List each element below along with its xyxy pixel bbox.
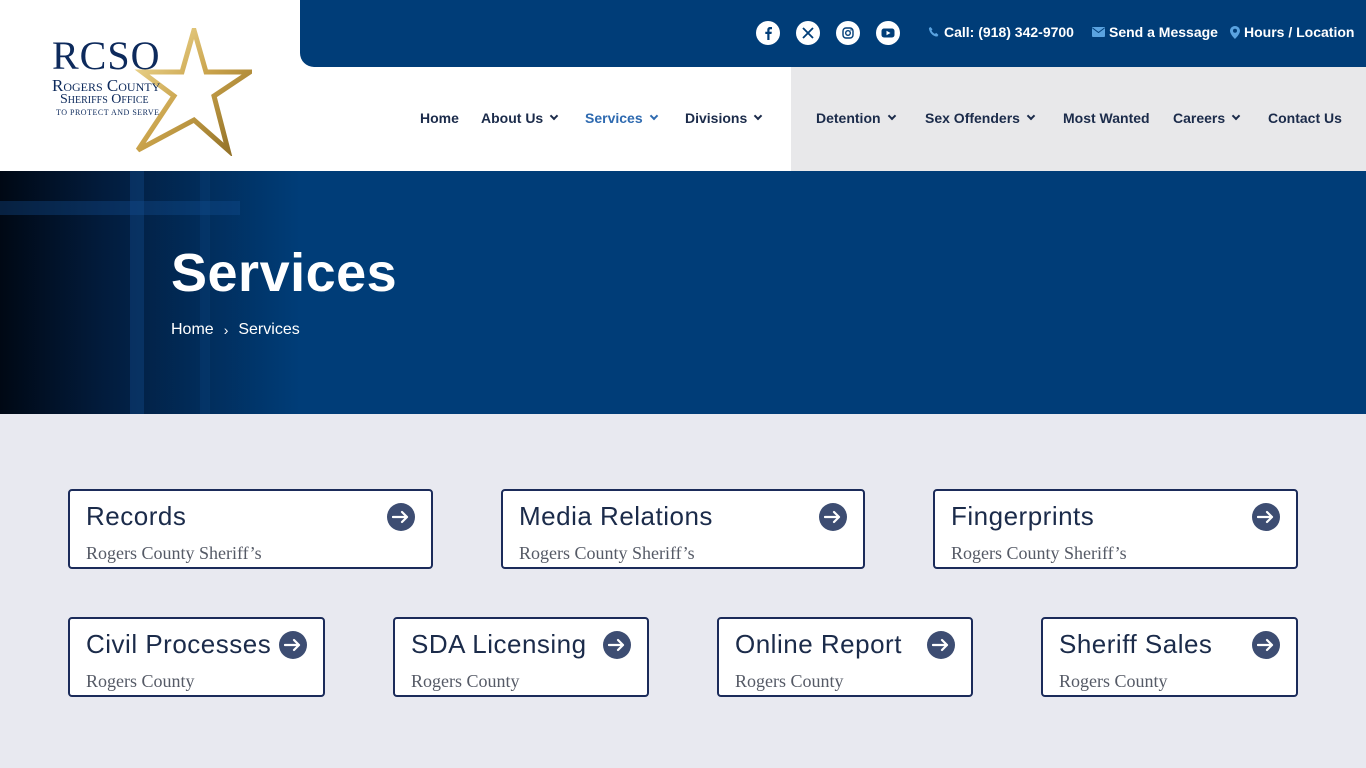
- nav-contact-label: Contact Us: [1268, 110, 1342, 126]
- service-card-fingerprints[interactable]: Fingerprints Rogers County Sheriff’s: [933, 489, 1298, 569]
- map-pin-icon: [1230, 25, 1240, 39]
- nav-careers[interactable]: Careers: [1173, 110, 1241, 126]
- breadcrumb-current: Services: [238, 321, 300, 338]
- page-hero: Services Home › Services: [0, 171, 1366, 414]
- nav-most-wanted[interactable]: Most Wanted: [1063, 110, 1150, 126]
- logo-acronym: RCSO: [52, 33, 161, 78]
- arrow-right-icon: [279, 631, 307, 659]
- service-card-civil-processes[interactable]: Civil Processes Rogers County: [68, 617, 325, 697]
- card-subtitle: Rogers County Sheriff’s: [951, 543, 1127, 563]
- rcso-logo[interactable]: RCSO Rogers County Sheriffs Office TO PR…: [46, 28, 252, 156]
- chevron-down-icon: [1231, 111, 1241, 121]
- nav-most-wanted-label: Most Wanted: [1063, 110, 1150, 126]
- chevron-down-icon: [649, 111, 658, 121]
- arrow-right-icon: [603, 631, 631, 659]
- chevron-down-icon: [754, 111, 763, 121]
- card-subtitle: Rogers County: [1059, 671, 1168, 691]
- nav-about-label: About Us: [481, 110, 544, 126]
- hero-decor-line: [130, 171, 144, 414]
- card-subtitle: Rogers County: [411, 671, 520, 691]
- breadcrumb-separator: ›: [223, 322, 229, 338]
- nav-services-label: Services: [585, 110, 643, 126]
- nav-detention-label: Detention: [816, 110, 881, 126]
- hours-location-text: Hours / Location: [1244, 24, 1355, 40]
- arrow-right-icon: [1252, 631, 1280, 659]
- breadcrumb-home[interactable]: Home: [171, 321, 214, 339]
- card-title: Fingerprints: [951, 501, 1095, 531]
- card-subtitle: Rogers County Sheriff’s: [86, 543, 262, 563]
- arrow-right-icon: [927, 631, 955, 659]
- service-card-sda-licensing[interactable]: SDA Licensing Rogers County: [393, 617, 649, 697]
- top-bar: Call: (918) 342-9700 Send a Message Hour…: [300, 0, 1366, 67]
- nav-sex-offenders[interactable]: Sex Offenders: [925, 110, 1036, 126]
- card-title: Civil Processes: [86, 629, 272, 659]
- site-header: RCSO Rogers County Sheriffs Office TO PR…: [0, 0, 1366, 171]
- page-title: Services: [171, 243, 398, 303]
- send-message-link[interactable]: Send a Message: [1092, 24, 1218, 40]
- nav-home[interactable]: Home: [420, 110, 459, 126]
- send-message-text: Send a Message: [1109, 24, 1218, 40]
- logo-motto: TO PROTECT AND SERVE: [56, 108, 160, 117]
- nav-detention[interactable]: Detention: [816, 110, 896, 126]
- call-text: Call: (918) 342-9700: [944, 24, 1074, 40]
- card-title: Online Report: [735, 629, 902, 659]
- service-card-records[interactable]: Records Rogers County Sheriff’s: [68, 489, 433, 569]
- envelope-icon: [1092, 27, 1105, 37]
- card-title: Records: [86, 501, 187, 531]
- card-title: SDA Licensing: [411, 629, 587, 659]
- logo-office: Sheriffs Office: [60, 92, 149, 107]
- card-title: Media Relations: [519, 501, 713, 531]
- x-icon[interactable]: [796, 21, 820, 45]
- arrow-right-icon: [387, 503, 415, 531]
- nav-divisions[interactable]: Divisions: [685, 110, 763, 126]
- service-card-online-report[interactable]: Online Report Rogers County: [717, 617, 973, 697]
- youtube-icon[interactable]: [876, 21, 900, 45]
- nav-contact-us[interactable]: Contact Us: [1268, 110, 1342, 126]
- chevron-down-icon: [549, 111, 559, 121]
- facebook-icon[interactable]: [756, 21, 780, 45]
- nav-sex-offenders-label: Sex Offenders: [925, 110, 1020, 126]
- arrow-right-icon: [819, 503, 847, 531]
- instagram-icon[interactable]: [836, 21, 860, 45]
- nav-careers-label: Careers: [1173, 110, 1226, 126]
- nav-services[interactable]: Services: [585, 110, 658, 126]
- card-subtitle: Rogers County Sheriff’s: [519, 543, 695, 563]
- hours-location-link[interactable]: Hours / Location: [1230, 24, 1354, 40]
- nav-about-us[interactable]: About Us: [481, 110, 559, 126]
- service-card-media-relations[interactable]: Media Relations Rogers County Sheriff’s: [501, 489, 865, 569]
- chevron-down-icon: [887, 111, 896, 121]
- chevron-down-icon: [1026, 111, 1036, 121]
- card-subtitle: Rogers County: [86, 671, 195, 691]
- nav-divisions-label: Divisions: [685, 110, 748, 126]
- nav-home-label: Home: [420, 110, 459, 126]
- call-link[interactable]: Call: (918) 342-9700: [928, 24, 1074, 40]
- card-subtitle: Rogers County: [735, 671, 844, 691]
- breadcrumb: Home › Services: [171, 321, 300, 339]
- arrow-right-icon: [1252, 503, 1280, 531]
- service-card-sheriff-sales[interactable]: Sheriff Sales Rogers County: [1041, 617, 1298, 697]
- phone-icon: [928, 26, 940, 38]
- card-title: Sheriff Sales: [1059, 629, 1213, 659]
